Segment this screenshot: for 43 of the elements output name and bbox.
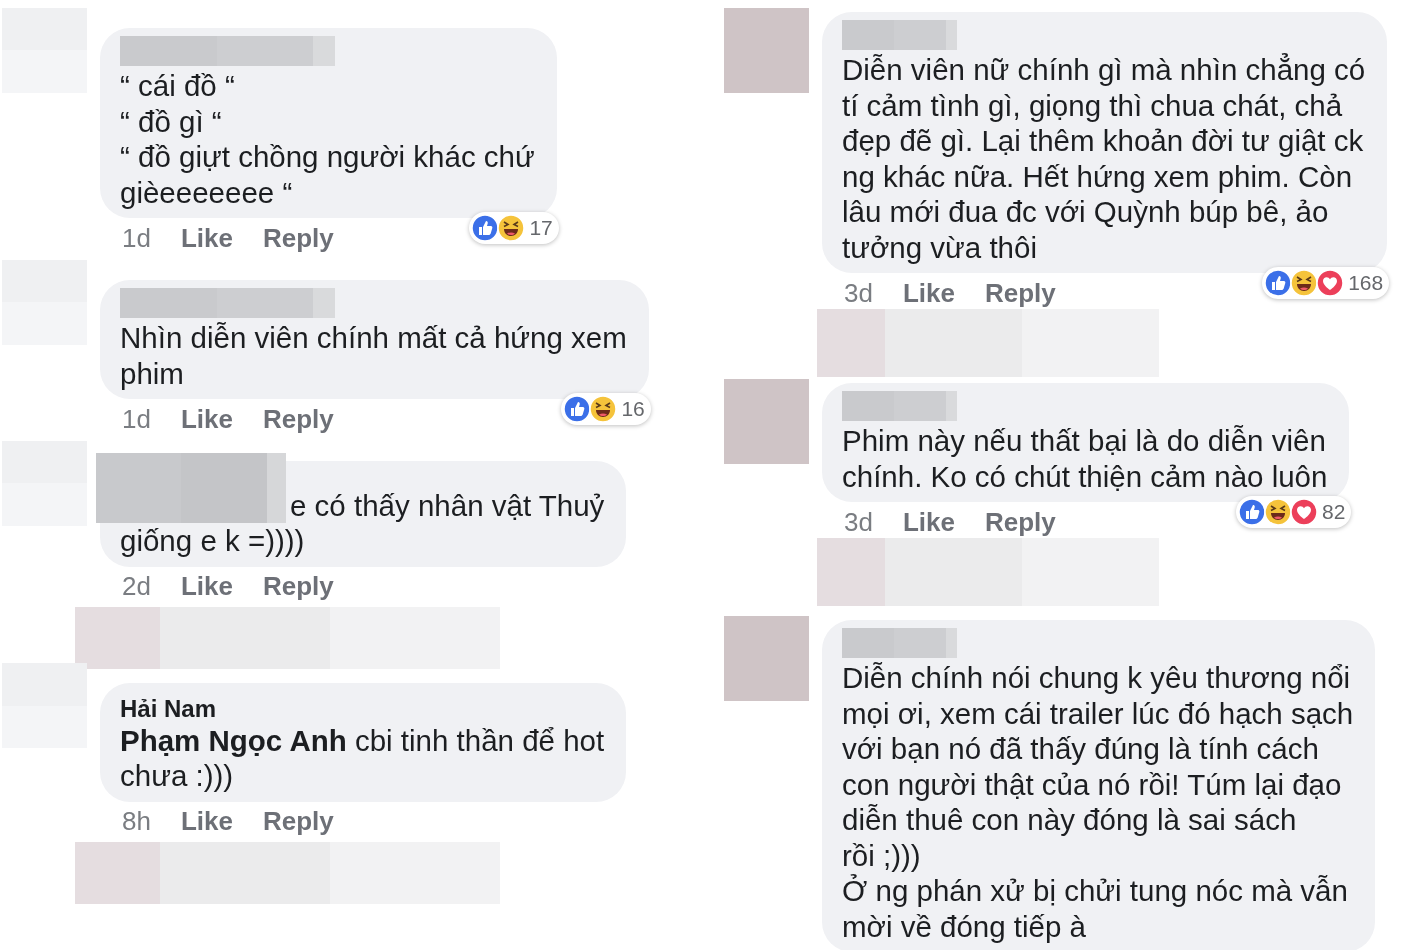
comment-time: 2d (122, 571, 151, 602)
reaction-badge[interactable]: 82 (1236, 496, 1352, 528)
comment-time: 3d (844, 506, 873, 538)
comment-text: Nhìn diễn viên chính mất cả hứng xem phim (120, 320, 627, 391)
comment-text: Diễn viên nữ chính gì mà nhìn chẳng có tí cảm tình gì, giọng thì chua chát, chả đẹp đẽ gì. Lại thêm khoản đời tư giật ck ng khác nữa. Hết hứng xem phim. Còn lâu mới đua đc với Quỳnh búp bê, ảo tưởng vừa thôi (842, 52, 1366, 265)
comment-text: Phạm Ngọc Anh cbi tinh thần để hot chưa :))) (120, 722, 605, 794)
like-link[interactable]: Like (180, 571, 233, 602)
reply-link[interactable]: Reply (262, 806, 334, 837)
reply-link[interactable]: Reply (984, 506, 1056, 538)
thumbs-up-icon (471, 214, 500, 242)
thumbs-up-icon (563, 395, 592, 423)
laughing-face-icon (1290, 269, 1319, 297)
reaction-badge[interactable]: 17 (469, 212, 559, 244)
like-link[interactable]: Like (180, 222, 233, 254)
reply-link[interactable]: Reply (984, 277, 1056, 309)
like-link[interactable]: Like (902, 506, 955, 538)
reaction-badge[interactable]: 16 (561, 393, 651, 425)
comment-text: “ cái đồ “ “ đồ gì “ “ đồ giựt chồng người khác chứ gièeeeeeee “ (120, 68, 535, 210)
comment-time: 3d (844, 277, 873, 309)
reaction-count: 16 (621, 397, 645, 421)
thumbs-up-icon (1264, 269, 1293, 297)
reply-link[interactable]: Reply (262, 571, 334, 602)
author-name[interactable]: Hải Nam (120, 690, 605, 723)
thumbs-up-icon (1238, 498, 1267, 526)
like-link[interactable]: Like (902, 277, 955, 309)
comment-text: Phim này nếu thất bại là do diễn viên chính. Ko có chút thiện cảm nào luôn (842, 423, 1328, 494)
laughing-face-icon (497, 214, 526, 242)
reply-link[interactable]: Reply (262, 403, 334, 435)
comment-text: e có thấy nhân vật Thuỷ (290, 487, 605, 523)
like-link[interactable]: Like (180, 806, 233, 837)
reaction-count: 17 (529, 216, 553, 240)
reaction-badge[interactable]: 168 (1262, 267, 1390, 299)
reaction-count: 168 (1348, 271, 1384, 295)
reaction-count: 82 (1322, 500, 1346, 524)
laughing-face-icon (589, 395, 618, 423)
reply-link[interactable]: Reply (262, 222, 334, 254)
laughing-face-icon (1264, 498, 1293, 526)
comment-time: 1d (122, 222, 151, 254)
comment-text: giống e k =)))) (120, 523, 306, 559)
comment-time: 1d (122, 403, 151, 435)
like-link[interactable]: Like (180, 403, 233, 435)
comment-time: 8h (122, 806, 151, 837)
comment-text: Diễn chính nói chung k yêu thương nổi mọi ơi, xem cái trailer lúc đó hạch sạch với bạn nó đã thấy đúng là tính cách con người thật của nó rồi! Túm lại đạo diễn thuê con này đóng là sai sách rồi ;))) Ở ng phán xử bị chửi tung nóc mà vẫn mời về đóng tiếp à (842, 660, 1354, 944)
